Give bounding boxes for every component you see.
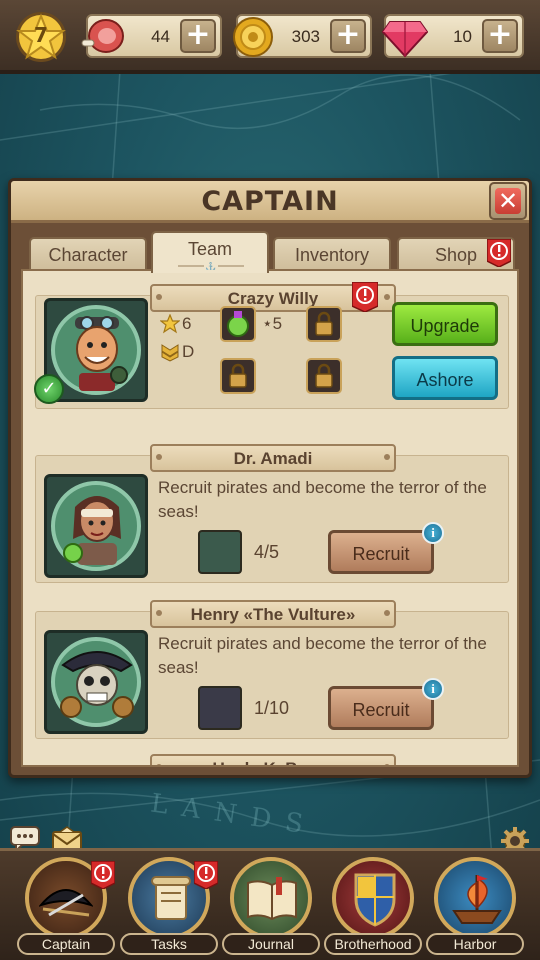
tab-shop[interactable]: Shop — [397, 237, 515, 273]
nav-captain[interactable]: Captain — [17, 857, 117, 960]
add-meat-button[interactable]: + — [180, 19, 216, 53]
potion-count-value: 5 — [272, 314, 283, 333]
panel-header: CAPTAIN ✕ — [11, 181, 529, 223]
nav-label: Harbor — [426, 933, 524, 955]
item-slot-potion[interactable] — [220, 306, 256, 342]
alert-icon — [194, 861, 218, 889]
recruit-description: Recruit pirates and become the terror of… — [158, 478, 487, 521]
tab-bar: Character Team ⚓ Inventory Shop — [11, 229, 529, 273]
star-icon — [160, 314, 180, 334]
shield-crest-icon — [354, 873, 396, 927]
gold-counter: 303 + — [233, 14, 372, 58]
crew-name-banner: Henry «The Vulture» — [150, 600, 396, 628]
nav-label: Brotherhood — [324, 933, 422, 955]
recruit-card: Dr. Amadi Recruit pirates and become the… — [35, 444, 509, 583]
nav-label: Tasks — [120, 933, 218, 955]
resource-bar: 7 44 + 303 + 10 + — [0, 0, 540, 74]
nav-medallion — [434, 857, 516, 939]
panel-title: CAPTAIN — [201, 186, 339, 217]
lock-icon — [229, 363, 247, 388]
nav-harbor[interactable]: Harbor — [426, 857, 526, 960]
meat-value: 44 — [151, 27, 170, 46]
team-list[interactable]: Crazy Willy ✓ 6 D ⋆5 Upgrade Ashore Dr. … — [21, 269, 519, 767]
add-gems-button[interactable]: + — [482, 19, 518, 53]
anchor-ornament-icon: ⚓ — [178, 262, 244, 270]
alert-icon — [352, 282, 378, 312]
tab-label: Shop — [434, 245, 478, 265]
journal-book-icon — [247, 877, 297, 921]
gold-coin-icon — [233, 17, 273, 57]
active-crew-card: Crazy Willy ✓ 6 D ⋆5 Upgrade Ashore — [34, 282, 509, 409]
upgrade-button[interactable]: Upgrade — [392, 302, 498, 346]
item-slot-locked[interactable] — [306, 358, 342, 394]
recruit-token-icon — [198, 686, 242, 730]
recruit-button[interactable]: Recruit — [328, 530, 434, 574]
tab-label: Inventory — [294, 245, 370, 265]
dr-amadi-portrait[interactable] — [44, 474, 148, 578]
info-icon[interactable]: i — [422, 678, 444, 700]
crew-name: Uncle KaBoom — [213, 759, 334, 765]
recruit-progress: 1/10 — [254, 698, 290, 718]
crew-name-banner: Dr. Amadi — [150, 444, 396, 472]
selected-check-icon: ✓ — [34, 374, 64, 404]
rank-chevron-icon — [161, 344, 179, 362]
ashore-button[interactable]: Ashore — [392, 356, 498, 400]
rank-letter: D — [182, 342, 195, 361]
recruit-progress: 4/5 — [254, 542, 280, 562]
bottom-nav: Captain Tasks Journal Brotherhood Harbor — [0, 848, 540, 960]
red-gem-icon — [382, 21, 428, 58]
recruit-token-icon — [198, 530, 242, 574]
gems-value: 10 — [453, 27, 472, 46]
nav-journal[interactable]: Journal — [222, 857, 322, 960]
meat-counter: 44 + — [81, 14, 222, 58]
recruit-card: Henry «The Vulture» Recruit pirates and … — [35, 600, 509, 739]
info-icon[interactable]: i — [422, 522, 444, 544]
close-button[interactable]: ✕ — [489, 182, 527, 220]
nav-medallion — [230, 857, 312, 939]
alert-icon — [91, 861, 115, 889]
recruit-card: Uncle KaBoom — [150, 754, 396, 765]
lock-icon — [315, 363, 333, 388]
recruit-button[interactable]: Recruit — [328, 686, 434, 730]
potion-count: ⋆5 — [262, 314, 283, 333]
player-level: 7 — [34, 23, 48, 47]
close-icon: ✕ — [495, 188, 521, 214]
item-slot-locked[interactable] — [306, 306, 342, 342]
henry-vulture-portrait[interactable] — [44, 630, 148, 734]
nav-medallion — [332, 857, 414, 939]
tab-label: Character — [48, 245, 128, 265]
ship-icon — [452, 875, 502, 924]
captain-panel: CAPTAIN ✕ Character Team ⚓ Inventory Sho… — [8, 178, 532, 778]
crew-name-banner: Uncle KaBoom — [150, 754, 396, 765]
scroll-icon — [151, 876, 191, 920]
gold-value: 303 — [291, 27, 320, 46]
gems-counter: 10 + — [382, 14, 524, 58]
pirate-doctor-icon — [63, 496, 121, 565]
skull-pirate-icon — [60, 651, 134, 718]
pirate-face-icon — [75, 316, 128, 391]
nav-brotherhood[interactable]: Brotherhood — [324, 857, 424, 960]
nav-label: Journal — [222, 933, 320, 955]
tab-team[interactable]: Team ⚓ — [151, 231, 269, 273]
tab-label: Team — [187, 239, 232, 259]
meat-icon — [81, 19, 124, 53]
lock-icon — [315, 311, 333, 336]
tab-character[interactable]: Character — [29, 237, 147, 273]
star-count: 6 — [182, 314, 192, 333]
add-gold-button[interactable]: + — [330, 19, 366, 53]
svg-text:⚓: ⚓ — [205, 262, 216, 270]
item-slot-locked[interactable] — [220, 358, 256, 394]
shop-alert-icon — [487, 239, 511, 267]
tab-inventory[interactable]: Inventory — [273, 237, 391, 273]
pirate-hat-icon — [39, 889, 93, 917]
potion-icon — [227, 311, 249, 337]
recruit-description: Recruit pirates and become the terror of… — [158, 634, 487, 677]
crew-name: Henry «The Vulture» — [190, 605, 356, 624]
crew-name: Dr. Amadi — [233, 449, 313, 468]
nav-label: Captain — [17, 933, 115, 955]
nav-tasks[interactable]: Tasks — [120, 857, 220, 960]
